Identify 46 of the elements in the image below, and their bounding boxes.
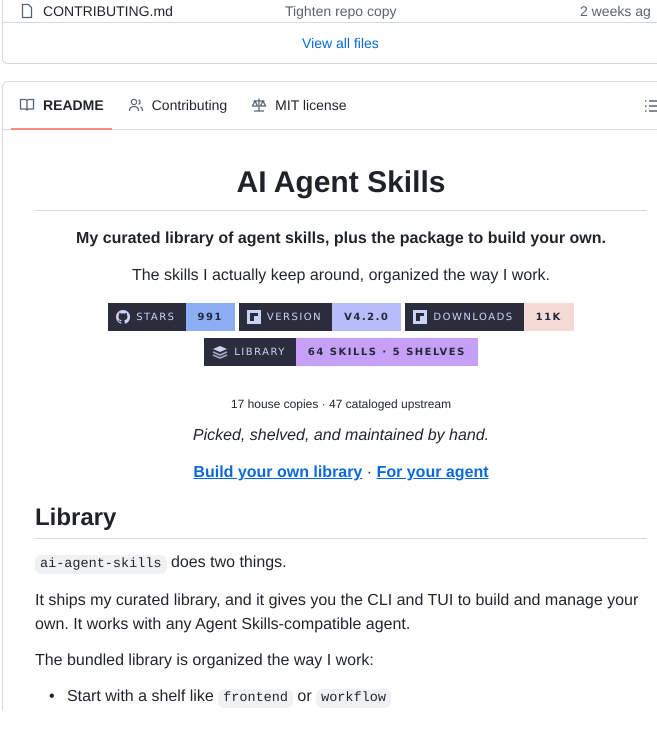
agent-link[interactable]: For your agent [376, 464, 489, 481]
counts-text: 17 house copies · 47 cataloged upstream [230, 397, 452, 411]
square-logo-icon [413, 310, 428, 324]
intro-text: The skills I actually keep around, organized the way I work. [131, 267, 551, 285]
bullet-text: or [296, 688, 313, 705]
badge-value: V4.2.0 [332, 303, 402, 331]
badge-label: LIBRARY [204, 338, 296, 366]
view-all-files-link[interactable]: View all files [302, 35, 379, 51]
badge-label: DOWNLOADS [405, 303, 524, 331]
bullet-marker: • [49, 687, 56, 707]
badge[interactable]: VERSION V4.2.0 [238, 303, 402, 331]
readme-title: AI Agent Skills [35, 166, 647, 211]
inline-code: ai-agent-skills [35, 555, 167, 574]
inline-code: workflow [316, 689, 391, 708]
badge-label: STARS [108, 303, 186, 331]
build-library-link[interactable]: Build your own library [193, 464, 362, 481]
badge-value: 991 [186, 303, 235, 331]
badge[interactable]: DOWNLOADS 11K [405, 303, 574, 331]
badge-label: VERSION [238, 303, 332, 331]
paragraph-text: It ships my curated library, and it gives you the CLI and TUI to build and manage your own. It works with any Agent Skills-compatible agent. [35, 592, 638, 633]
cat-logo-icon [116, 310, 130, 324]
people-icon [128, 97, 144, 113]
paragraph-text: The bundled library is organized the way I work: [35, 652, 374, 669]
readme-tab[interactable]: Contributing [120, 82, 236, 130]
stack-icon [212, 345, 228, 359]
file-name[interactable]: CONTRIBUTING.md [43, 3, 285, 19]
scale-icon [251, 97, 268, 113]
file-icon [19, 3, 35, 19]
commit-age: 2 weeks ag [580, 3, 651, 19]
square-logo-icon [246, 310, 261, 324]
inline-code: frontend [218, 689, 293, 708]
bullet-text: Start with a shelf like [67, 688, 215, 705]
badge-value: 64 SKILLS · 5 SHELVES [296, 338, 478, 366]
badge[interactable]: LIBRARY 64 SKILLS · 5 SHELVES [204, 338, 478, 366]
badge[interactable]: STARS 991 [108, 303, 235, 331]
readme-tab[interactable]: MIT license [243, 82, 354, 130]
badge-value: 11K [524, 303, 574, 331]
readme-tab[interactable]: README [11, 82, 112, 130]
commit-message[interactable]: Tighten repo copy [285, 3, 580, 19]
paragraph-text: does two things. [170, 554, 287, 571]
section-heading: Library [35, 504, 647, 539]
book-icon [19, 97, 35, 113]
list-icon[interactable] [644, 98, 657, 114]
separator-text: · [366, 464, 372, 481]
motto-text: Picked, shelved, and maintained by hand. [192, 427, 490, 445]
tagline: My curated library of agent skills, plus the package to build your own. [75, 230, 607, 248]
